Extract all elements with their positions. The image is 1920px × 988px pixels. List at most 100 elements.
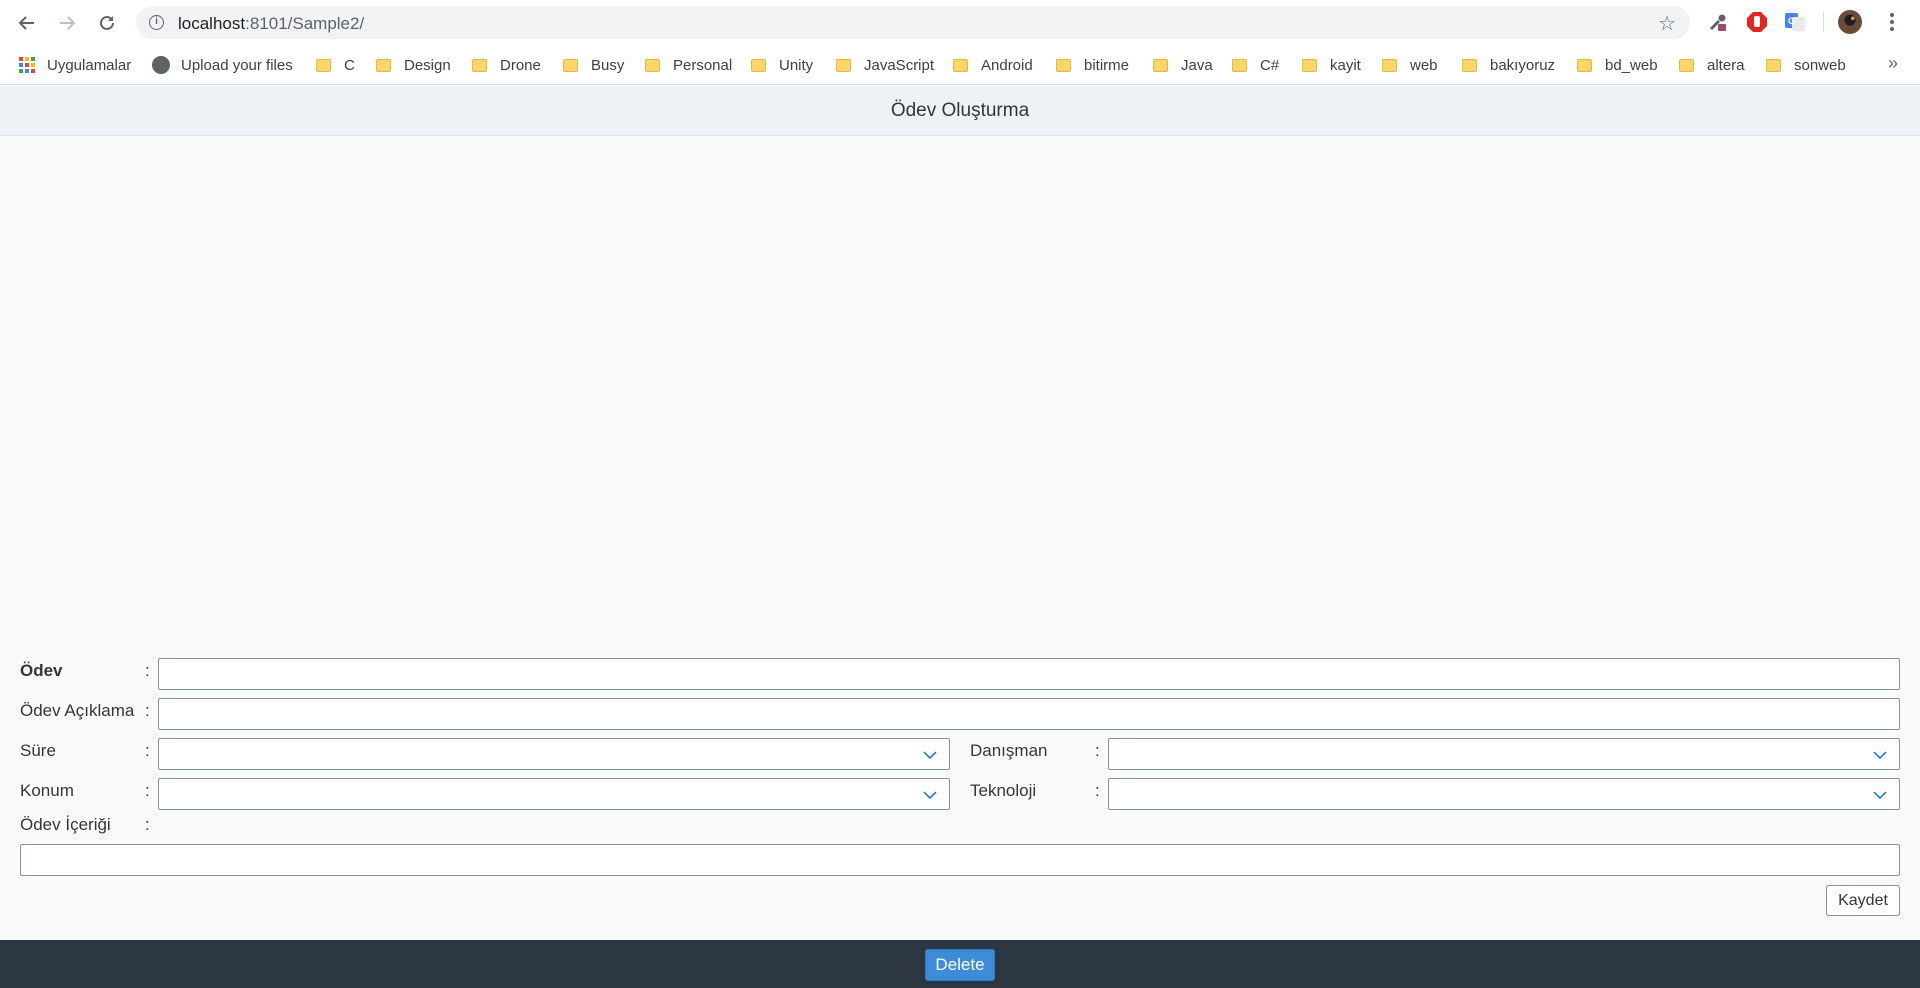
bookmark-folder-sonweb[interactable]: sonweb [1766,54,1846,76]
info-icon[interactable]: i [149,15,164,30]
bookmarks-bar: Uygulamalar Upload your files C Design D… [0,45,1920,85]
address-bar[interactable]: i localhost:8101/Sample2/ ☆ [136,6,1690,39]
bookmark-folder-c[interactable]: C [316,54,355,76]
folder-icon [1577,58,1592,72]
odev-label: Ödev [20,661,63,680]
bookmark-folder-personal[interactable]: Personal [645,54,732,76]
bookmark-folder-unity[interactable]: Unity [751,54,813,76]
bookmark-folder-busy[interactable]: Busy [563,54,624,76]
icerik-colon: : [145,815,150,834]
eyedropper-extension-icon[interactable] [1706,10,1730,34]
chevron-down-icon [923,791,937,800]
adblock-icon[interactable] [1745,10,1769,34]
folder-icon [1766,58,1781,72]
chevron-down-icon [923,751,937,760]
reload-icon[interactable] [93,9,121,37]
danisman-colon: : [1095,741,1100,760]
delete-button[interactable]: Delete [925,949,995,981]
bookmark-folder-java[interactable]: Java [1153,54,1213,76]
aciklama-input[interactable] [158,698,1900,730]
bookmark-label: Android [981,56,1033,74]
bookmark-folder-android[interactable]: Android [953,54,1033,76]
chevron-down-icon [1873,751,1887,760]
bookmark-upload[interactable]: Upload your files [152,54,293,76]
bookmark-label: Busy [591,56,625,74]
folder-icon [953,58,968,72]
url-host: localhost [178,14,246,33]
folder-icon [1302,58,1317,72]
chrome-menu-icon[interactable] [1880,10,1904,34]
bookmark-label: bd_web [1605,56,1658,74]
sure-colon: : [145,741,150,760]
bookmark-label: Drone [500,56,541,74]
folder-icon [376,58,391,72]
konum-colon: : [145,781,150,800]
bookmark-label: JavaScript [864,56,935,74]
folder-icon [1153,58,1168,72]
bookmark-folder-bakiyoruz[interactable]: bakıyoruz [1462,54,1555,76]
bookmark-label: bitirme [1084,56,1130,74]
folder-icon [472,58,487,72]
profile-avatar[interactable] [1838,10,1862,34]
teknoloji-label: Teknoloji [970,781,1037,800]
bookmark-folder-drone[interactable]: Drone [472,54,541,76]
icerik-label: Ödev İçeriği [20,815,111,834]
odev-input[interactable] [158,658,1900,690]
teknoloji-select[interactable] [1108,778,1900,810]
bookmark-folder-bitirme[interactable]: bitirme [1056,54,1129,76]
folder-icon [1382,58,1397,72]
bookmark-label: Upload your files [181,56,293,74]
chevron-down-icon [1873,791,1887,800]
bookmark-label: C [344,56,355,74]
apps-grid-icon [19,57,35,73]
bookmark-label: kayit [1330,56,1361,74]
bookmark-label: C# [1260,56,1280,74]
bookmark-label: Uygulamalar [47,56,132,74]
konum-select[interactable] [158,778,950,810]
bookmark-folder-bd-web[interactable]: bd_web [1577,54,1658,76]
bookmark-label: sonweb [1794,56,1846,74]
url-text[interactable]: localhost:8101/Sample2/ [178,14,364,34]
save-button[interactable]: Kaydet [1826,885,1900,916]
bookmark-folder-web[interactable]: web [1382,54,1438,76]
back-icon[interactable] [13,9,41,37]
folder-icon [836,58,851,72]
bookmark-label: Design [404,56,451,74]
folder-icon [1232,58,1247,72]
konum-label: Konum [20,781,74,800]
bookmark-label: altera [1707,56,1745,74]
bookmark-label: Java [1181,56,1213,74]
folder-icon [316,58,331,72]
more-bookmarks-button[interactable]: » [1888,53,1898,74]
folder-icon [563,58,578,72]
odev-colon: : [145,661,150,680]
bookmark-folder-design[interactable]: Design [376,54,451,76]
aciklama-label: Ödev Açıklama [20,701,135,720]
page-header: Ödev Oluşturma [0,86,1920,136]
folder-icon [1056,58,1071,72]
bookmark-label: web [1410,56,1438,74]
sure-select[interactable] [158,738,950,770]
bookmark-label: Unity [779,56,814,74]
folder-icon [751,58,766,72]
url-path: :8101/Sample2/ [245,14,365,33]
bookmark-folder-javascript[interactable]: JavaScript [836,54,934,76]
bookmark-folder-kayit[interactable]: kayit [1302,54,1361,76]
bookmark-star-icon[interactable]: ☆ [1658,11,1676,36]
browser-toolbar: i localhost:8101/Sample2/ ☆ G [0,0,1920,45]
folder-icon [1679,58,1694,72]
forward-icon[interactable] [53,9,81,37]
sure-label: Süre [20,741,56,760]
svg-text:G: G [1788,16,1795,26]
page-title: Ödev Oluşturma [890,99,1030,121]
toolbar-separator [1823,12,1824,32]
footer-bar: Delete [0,940,1920,988]
bookmark-folder-altera[interactable]: altera [1679,54,1745,76]
danisman-select[interactable] [1108,738,1900,770]
bookmark-apps[interactable]: Uygulamalar [19,54,131,76]
bookmark-folder-csharp[interactable]: C# [1232,54,1279,76]
bookmark-label: bakıyoruz [1490,56,1556,74]
globe-icon [152,56,170,74]
translate-icon[interactable]: G [1783,10,1807,34]
icerik-input[interactable] [20,844,1900,876]
